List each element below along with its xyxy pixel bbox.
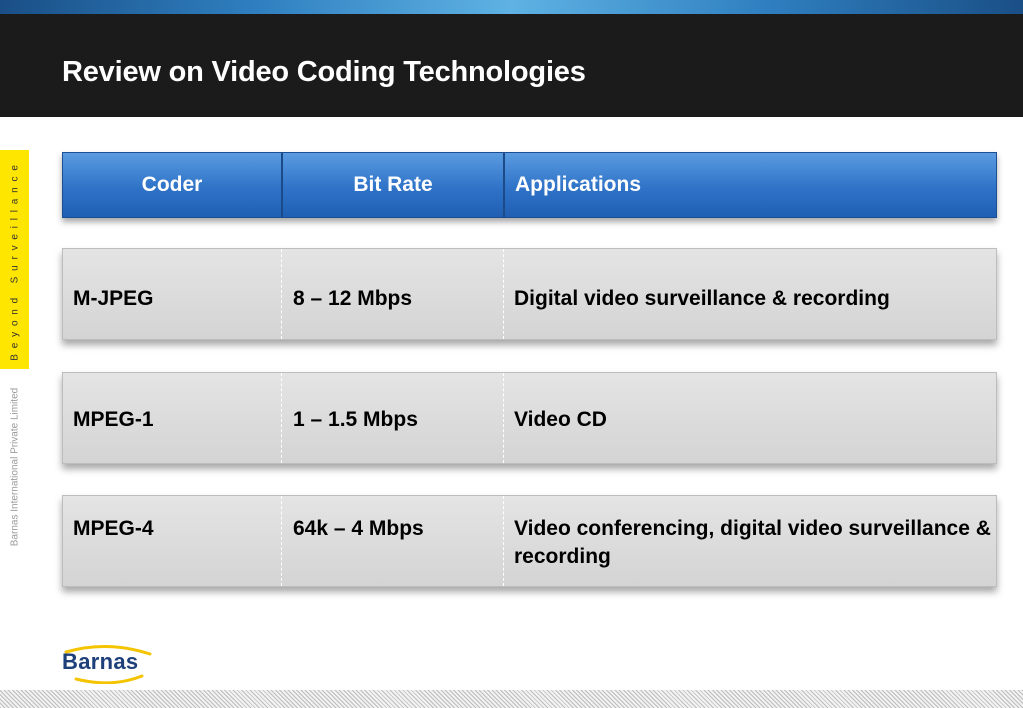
cell-coder: M-JPEG: [73, 287, 154, 310]
slide-title: Review on Video Coding Technologies: [62, 56, 586, 88]
cell-coder: MPEG-1: [73, 408, 154, 431]
top-decorative-strip: [0, 0, 1023, 14]
tagline-text: Beyond Surveillance: [9, 159, 21, 361]
barnas-logo: Barnas: [62, 644, 162, 684]
company-name-vertical: Barnas International Private Limited: [9, 387, 21, 547]
cell-applications: Video conferencing, digital video survei…: [503, 496, 996, 586]
title-bar: Review on Video Coding Technologies: [0, 14, 1023, 117]
table-header-row: Coder Bit Rate Applications: [62, 152, 997, 218]
footer-hatched-strip: [0, 690, 1023, 708]
header-coder: Coder: [141, 173, 203, 196]
table-row: MPEG-4 64k – 4 Mbps Video conferencing, …: [62, 495, 997, 587]
header-applications: Applications: [503, 153, 996, 217]
logo-text: Barnas: [62, 649, 139, 674]
table-row: M-JPEG 8 – 12 Mbps Digital video surveil…: [62, 248, 997, 340]
cell-applications: Video CD: [503, 373, 996, 463]
cell-coder: MPEG-4: [73, 517, 154, 540]
cell-bit-rate: 64k – 4 Mbps: [281, 496, 503, 586]
header-bit-rate: Bit Rate: [281, 153, 503, 217]
cell-applications: Digital video surveillance & recording: [503, 249, 996, 339]
table-row: MPEG-1 1 – 1.5 Mbps Video CD: [62, 372, 997, 464]
cell-bit-rate: 1 – 1.5 Mbps: [281, 373, 503, 463]
cell-bit-rate: 8 – 12 Mbps: [281, 249, 503, 339]
